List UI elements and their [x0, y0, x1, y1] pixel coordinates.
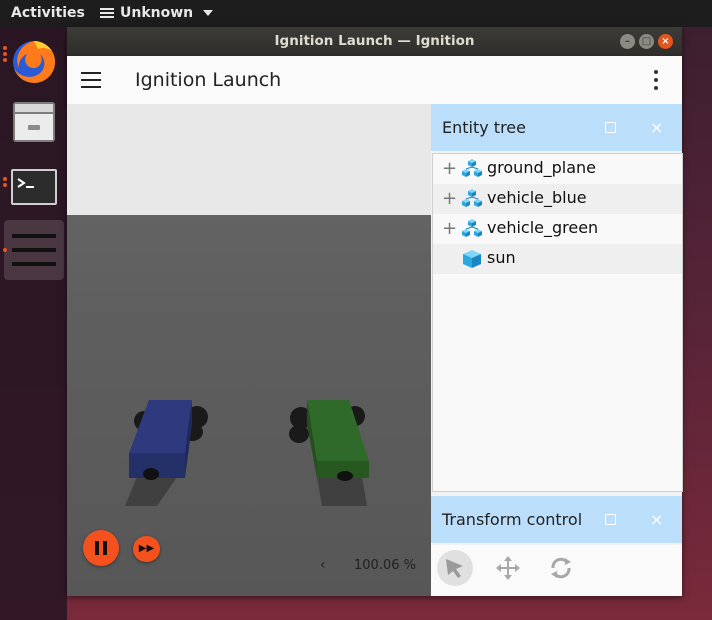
tree-item-vehicle-green[interactable]: + vehicle_green	[433, 214, 682, 244]
model-icon	[462, 219, 482, 237]
hamburger-menu-icon[interactable]	[81, 72, 101, 93]
entity-tree: + ground_plane + vehicle_blue + vehicle_…	[432, 153, 683, 492]
app-menu-label: Unknown	[120, 5, 194, 21]
close-button[interactable]: ×	[658, 34, 673, 49]
dock-files[interactable]	[4, 92, 64, 152]
float-panel-icon[interactable]	[605, 122, 616, 133]
terminal-icon	[11, 169, 57, 205]
translate-tool-button[interactable]	[490, 550, 526, 586]
tree-item-label: vehicle_green	[487, 218, 599, 237]
app-window: Ignition Launch — Ignition – □ × Ignitio…	[67, 27, 683, 596]
app-toolbar: Ignition Launch	[67, 56, 682, 104]
expand-icon[interactable]: +	[442, 190, 457, 208]
real-time-factor: 100.06 %	[354, 558, 416, 573]
entity-tree-header: Entity tree ×	[431, 104, 682, 151]
expand-icon[interactable]: +	[442, 160, 457, 178]
pause-button[interactable]	[83, 530, 119, 566]
tree-item-label: ground_plane	[487, 158, 596, 177]
step-forward-button[interactable]: ▶▶	[133, 536, 160, 562]
app-menu-icon	[100, 6, 114, 20]
more-options-icon[interactable]	[654, 70, 660, 94]
maximize-button[interactable]: □	[639, 34, 654, 49]
tree-item-vehicle-blue[interactable]: + vehicle_blue	[433, 184, 682, 214]
entity-tree-title: Entity tree	[442, 118, 526, 137]
stats-collapse-button[interactable]: ‹	[320, 557, 326, 573]
select-tool-button[interactable]	[437, 550, 473, 586]
model-icon	[462, 189, 482, 207]
vehicle-blue-model[interactable]	[125, 400, 208, 506]
dock-terminal[interactable]	[3, 157, 64, 217]
files-icon	[13, 102, 55, 142]
light-icon	[463, 250, 481, 268]
vehicle-green-model[interactable]	[289, 400, 369, 506]
minimize-button[interactable]: –	[620, 34, 635, 49]
transform-control-title: Transform control	[442, 510, 583, 529]
scene-render	[125, 400, 369, 506]
rotate-tool-button[interactable]	[543, 550, 579, 586]
activities-button[interactable]: Activities	[11, 5, 85, 21]
model-icon	[462, 159, 482, 177]
system-top-bar: Activities Unknown	[0, 0, 712, 27]
app-grid-icon	[12, 234, 56, 266]
window-title: Ignition Launch — Ignition	[274, 33, 475, 49]
dock	[0, 27, 67, 620]
expand-icon[interactable]: +	[442, 220, 457, 238]
dock-ignition[interactable]	[3, 220, 64, 280]
select-icon	[446, 559, 463, 578]
tree-item-label: sun	[487, 248, 516, 267]
dock-firefox[interactable]	[3, 32, 64, 92]
tree-item-label: vehicle_blue	[487, 188, 587, 207]
translate-icon	[496, 556, 520, 580]
window-titlebar[interactable]: Ignition Launch — Ignition – □ ×	[67, 27, 682, 56]
app-menu[interactable]: Unknown	[100, 5, 214, 21]
rotate-icon	[551, 557, 571, 579]
tree-item-ground-plane[interactable]: + ground_plane	[433, 154, 682, 184]
scene-3d-viewport[interactable]: ▶▶ ‹ 100.06 %	[67, 104, 431, 596]
close-panel-icon[interactable]: ×	[650, 496, 663, 543]
float-panel-icon[interactable]	[605, 514, 616, 525]
transform-toolbar	[431, 545, 682, 596]
close-panel-icon[interactable]: ×	[650, 104, 663, 151]
firefox-icon	[13, 40, 56, 83]
transform-control-header: Transform control ×	[431, 496, 682, 543]
tree-item-sun[interactable]: sun	[433, 244, 682, 274]
page-title: Ignition Launch	[135, 69, 282, 91]
chevron-down-icon	[203, 10, 214, 16]
right-panel: Entity tree × + ground_plane + vehicle_b…	[431, 104, 683, 596]
